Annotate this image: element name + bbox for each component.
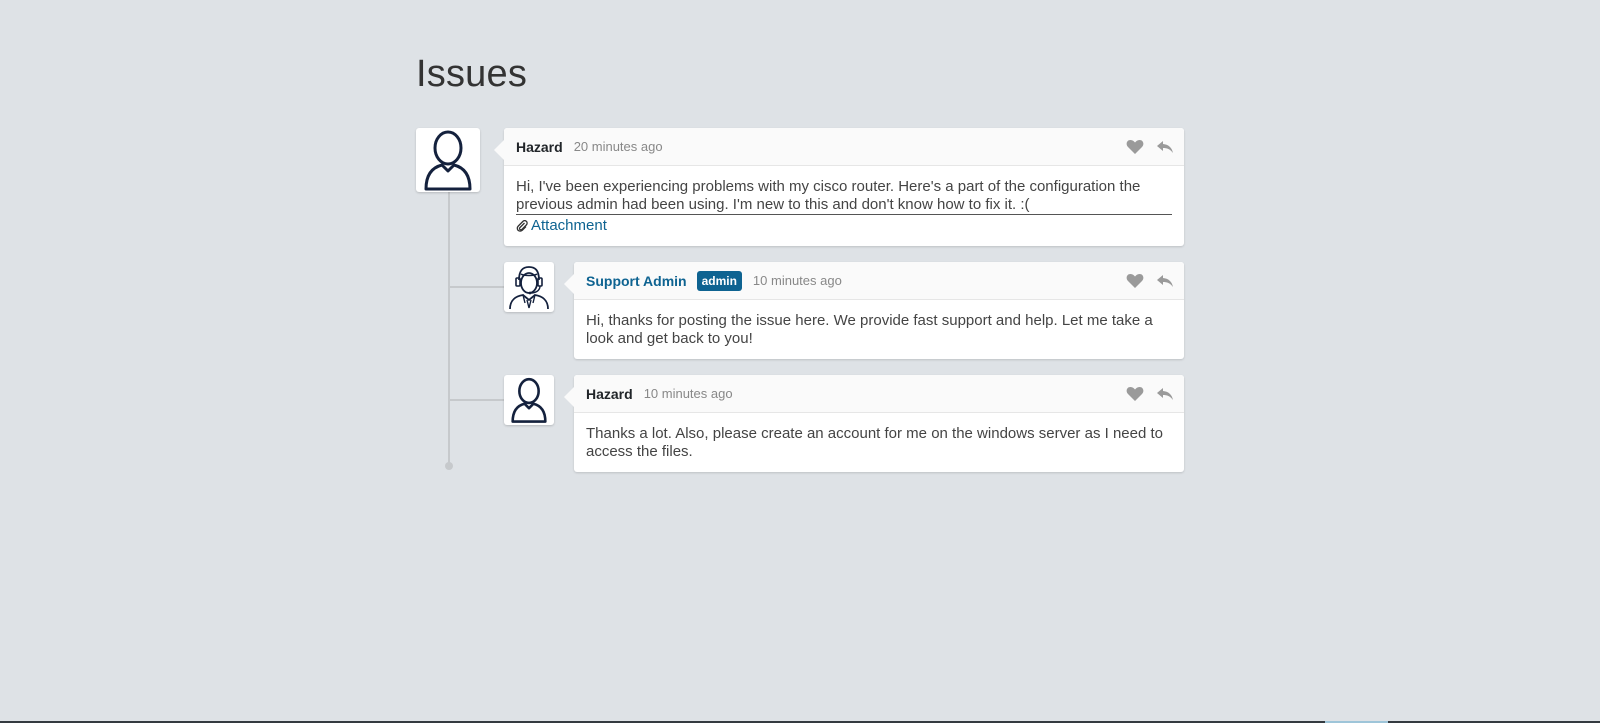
comment-body: Hi, thanks for posting the issue here. W… xyxy=(574,300,1184,358)
attachment-link[interactable]: Attachment xyxy=(516,217,1172,235)
comment-actions xyxy=(1126,375,1174,413)
admin-badge: admin xyxy=(696,270,742,291)
comment-author[interactable]: Support Admin xyxy=(586,273,687,289)
comment-actions xyxy=(1126,262,1174,300)
avatar[interactable] xyxy=(504,262,554,312)
avatar[interactable] xyxy=(504,375,554,425)
comment-card: Support Admin admin 10 minutes ago Hi, t… xyxy=(564,262,1184,359)
comment-header: Hazard 10 minutes ago xyxy=(574,375,1184,413)
like-button[interactable] xyxy=(1126,273,1144,289)
reply-icon xyxy=(1157,275,1173,287)
heart-icon xyxy=(1126,387,1144,401)
comment-time: 10 minutes ago xyxy=(752,273,842,288)
user-avatar-icon xyxy=(511,377,547,423)
comment-text: Thanks a lot. Also, please create an acc… xyxy=(586,425,1163,460)
reply-button[interactable] xyxy=(1156,274,1174,288)
issues-page: Issues Hazard 20 minutes ago Hi, I've be… xyxy=(0,0,1600,723)
comment-header: Support Admin admin 10 minutes ago xyxy=(574,262,1184,300)
comment-text: Hi, I've been experiencing problems with… xyxy=(516,178,1172,215)
comment-card: Hazard 20 minutes ago Hi, I've been expe… xyxy=(494,128,1184,246)
heart-icon xyxy=(1126,274,1144,288)
like-button[interactable] xyxy=(1126,139,1144,155)
comment-author[interactable]: Hazard xyxy=(516,139,563,155)
comment-time: 10 minutes ago xyxy=(643,386,733,401)
reply-icon xyxy=(1157,388,1173,400)
comment-author[interactable]: Hazard xyxy=(586,386,633,402)
comment-text: Hi, thanks for posting the issue here. W… xyxy=(586,312,1153,347)
attachment-label[interactable]: Attachment xyxy=(531,217,607,235)
timeline-branch xyxy=(449,399,505,401)
comment-header: Hazard 20 minutes ago xyxy=(504,128,1184,166)
heart-icon xyxy=(1126,140,1144,154)
user-avatar-icon xyxy=(424,130,472,191)
comment-card: Hazard 10 minutes ago Thanks a lot. Also… xyxy=(564,375,1184,472)
avatar[interactable] xyxy=(416,128,480,192)
comment-body: Hi, I've been experiencing problems with… xyxy=(504,166,1184,245)
reply-button[interactable] xyxy=(1156,387,1174,401)
comment-time: 20 minutes ago xyxy=(573,139,663,154)
timeline-branch xyxy=(449,286,505,288)
comment-actions xyxy=(1126,128,1174,166)
comment-body: Thanks a lot. Also, please create an acc… xyxy=(574,413,1184,471)
timeline-end-dot xyxy=(445,462,453,470)
timeline-line xyxy=(448,190,450,464)
page-title: Issues xyxy=(416,53,528,95)
like-button[interactable] xyxy=(1126,386,1144,402)
reply-button[interactable] xyxy=(1156,140,1174,154)
reply-icon xyxy=(1157,141,1173,153)
support-agent-avatar-icon xyxy=(509,266,549,310)
paperclip-icon xyxy=(516,220,528,232)
